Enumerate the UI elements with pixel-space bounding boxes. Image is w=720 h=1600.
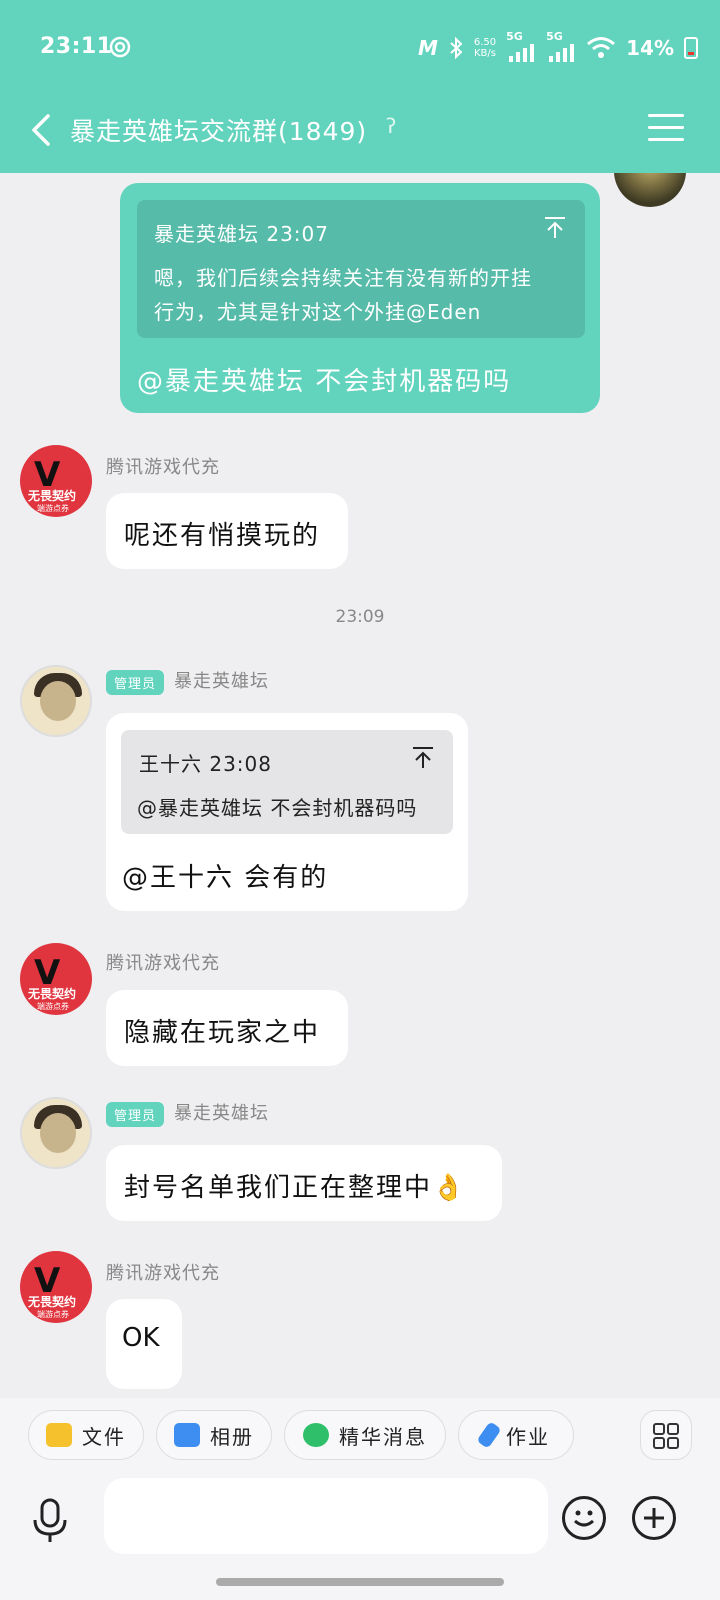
back-button[interactable] — [24, 110, 64, 150]
sender-name: 腾讯游戏代充 — [106, 953, 220, 974]
admin-badge: 管理员 — [106, 669, 165, 695]
sender-name: 管理员 暴走英雄坛 — [106, 667, 269, 695]
wifi-icon — [587, 37, 616, 58]
message-bubble[interactable]: 呢还有悄摸玩的 — [106, 493, 348, 569]
sender-name: 腾讯游戏代充 — [106, 1263, 220, 1284]
essence-button[interactable]: 精华消息 — [284, 1410, 446, 1460]
message-text: @暴走英雄坛 不会封机器码吗 — [137, 367, 512, 397]
status-icons: M 6.50 KB/s 5G 5G 14% — [418, 30, 698, 66]
emoji-button[interactable] — [562, 1496, 606, 1540]
star-chat-icon — [303, 1423, 329, 1447]
message-text: OK — [122, 1323, 160, 1353]
signal-icon — [549, 44, 575, 62]
titlebar: 暴走英雄坛交流群(1849) ʔ — [0, 100, 720, 160]
home-indicator[interactable] — [216, 1578, 504, 1586]
battery-percent: 14% — [626, 36, 674, 60]
message-bubble[interactable]: 封号名单我们正在整理中👌 — [106, 1145, 502, 1221]
avatar[interactable] — [20, 1097, 92, 1169]
plus-icon — [644, 1508, 664, 1528]
message-text: 隐藏在玩家之中 — [124, 1018, 321, 1048]
file-button[interactable]: 文件 — [28, 1410, 144, 1460]
jump-to-top-icon[interactable] — [411, 746, 435, 770]
message-input[interactable] — [104, 1478, 548, 1554]
quote-text: @暴走英雄坛 不会封机器码吗 — [137, 796, 418, 820]
quote-header: 王十六 23:08 — [139, 752, 272, 776]
quote-text: 嗯，我们后续会持续关注有没有新的开挂 — [154, 266, 532, 290]
quote-header: 暴走英雄坛 23:07 — [154, 222, 329, 246]
status-bar: 23:11 M 6.50 KB/s 5G 5G 14% — [0, 0, 720, 96]
message-bubble[interactable]: 隐藏在玩家之中 — [106, 990, 348, 1066]
more-apps-button[interactable] — [640, 1410, 692, 1460]
chat-area[interactable]: 暴走英雄坛 23:07 嗯，我们后续会持续关注有没有新的开挂 行为，尤其是针对这… — [0, 173, 720, 1398]
page-title: 暴走英雄坛交流群(1849) — [70, 117, 368, 146]
message-text: @王十六 会有的 — [122, 863, 329, 893]
image-icon — [174, 1423, 200, 1447]
signal-icon — [509, 44, 535, 62]
toolbar: 文件 相册 精华消息 作业 — [0, 1410, 720, 1464]
message-text: 封号名单我们正在整理中👌 — [124, 1173, 467, 1203]
smiley-icon — [574, 1510, 594, 1527]
album-button[interactable]: 相册 — [156, 1410, 272, 1460]
quoted-message[interactable]: 王十六 23:08 @暴走英雄坛 不会封机器码吗 — [121, 730, 453, 834]
jump-to-top-icon[interactable] — [543, 216, 567, 240]
sender-name: 腾讯游戏代充 — [106, 457, 220, 478]
signal-5g-2: 5G — [546, 30, 576, 62]
message-bubble[interactable]: 暴走英雄坛 23:07 嗯，我们后续会持续关注有没有新的开挂 行为，尤其是针对这… — [120, 183, 600, 413]
message-text: 呢还有悄摸玩的 — [124, 521, 321, 551]
menu-button[interactable] — [648, 114, 684, 144]
status-time: 23:11 — [40, 34, 113, 59]
timestamp: 23:09 — [335, 607, 385, 627]
signal-5g-1: 5G — [506, 30, 536, 62]
avatar[interactable]: V 无畏契约 端游点券 — [20, 943, 92, 1015]
avatar[interactable] — [614, 173, 686, 207]
sync-icon — [109, 36, 131, 58]
network-logo-icon: M — [417, 36, 438, 60]
bluetooth-icon — [450, 36, 463, 60]
avatar[interactable]: V 无畏契约 端游点券 — [20, 1251, 92, 1323]
admin-badge: 管理员 — [106, 1101, 165, 1127]
homework-button[interactable]: 作业 — [458, 1410, 574, 1460]
microphone-icon[interactable] — [30, 1498, 70, 1544]
battery-icon — [684, 37, 698, 59]
input-row — [0, 1478, 720, 1558]
bottom-bar: 文件 相册 精华消息 作业 — [0, 1398, 720, 1600]
header: 23:11 M 6.50 KB/s 5G 5G 14% 暴走英雄坛交流群(184… — [0, 0, 720, 173]
avatar[interactable] — [20, 665, 92, 737]
sender-name: 管理员 暴走英雄坛 — [106, 1099, 269, 1127]
network-speed: 6.50 KB/s — [473, 37, 497, 59]
folder-icon — [46, 1423, 72, 1447]
ear-icon: ʔ — [386, 114, 397, 138]
plus-button[interactable] — [632, 1496, 676, 1540]
quoted-message[interactable]: 暴走英雄坛 23:07 嗯，我们后续会持续关注有没有新的开挂 行为，尤其是针对这… — [137, 200, 585, 338]
pencil-icon — [476, 1421, 502, 1449]
avatar[interactable]: V 无畏契约 端游点券 — [20, 445, 92, 517]
message-bubble[interactable]: OK — [106, 1299, 182, 1389]
quote-text: 行为，尤其是针对这个外挂@Eden — [154, 300, 482, 324]
message-bubble[interactable]: 王十六 23:08 @暴走英雄坛 不会封机器码吗 @王十六 会有的 — [106, 713, 468, 911]
